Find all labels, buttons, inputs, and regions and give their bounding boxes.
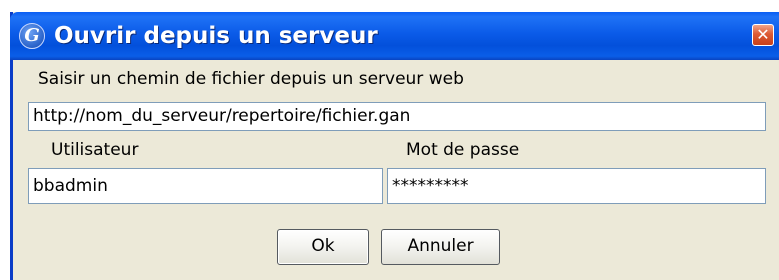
cancel-button[interactable]: Annuler: [381, 229, 500, 265]
dialog-window: G Ouvrir depuis un serveur ✕ Saisir un c…: [10, 12, 779, 280]
password-label: Mot de passe: [406, 140, 520, 160]
user-label: Utilisateur: [51, 140, 139, 160]
url-label: Saisir un chemin de fichier depuis un se…: [38, 69, 464, 89]
close-icon[interactable]: ✕: [752, 24, 774, 46]
ok-button[interactable]: Ok: [277, 229, 369, 265]
user-input[interactable]: bbadmin: [28, 168, 383, 204]
title-bar[interactable]: G Ouvrir depuis un serveur ✕: [10, 12, 779, 60]
url-input[interactable]: http://nom_du_serveur/repertoire/fichier…: [28, 102, 766, 131]
ganttproject-app-icon: G: [19, 23, 45, 49]
dialog-title: Ouvrir depuis un serveur: [54, 23, 378, 49]
password-input[interactable]: *********: [387, 168, 766, 204]
